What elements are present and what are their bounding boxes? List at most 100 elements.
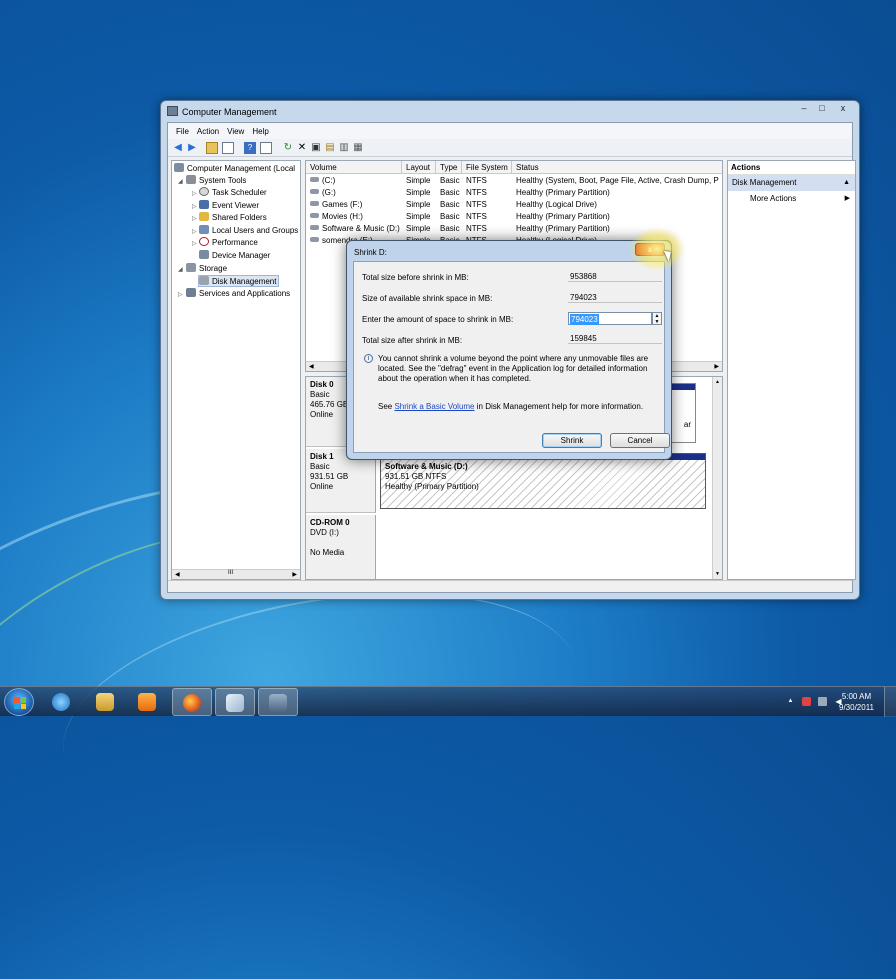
volume-list-header: Volume Layout Type File System Status [306, 161, 722, 174]
volume-row[interactable]: Games (F:) Simple Basic NTFS Healthy (Logica… [306, 199, 722, 211]
scroll-up-icon[interactable]: ▲ [715, 379, 720, 385]
status-bar [168, 580, 852, 592]
tree-item-storage[interactable]: Storage [186, 263, 227, 275]
volume-name-cell: (G:) [310, 187, 402, 199]
device-manager-icon [199, 250, 209, 259]
volume-filesystem-cell: NTFS [466, 212, 487, 221]
up-folder-icon[interactable] [206, 142, 218, 154]
help-line: See Shrink a Basic Volume in Disk Manage… [378, 402, 644, 411]
action-center-icon[interactable] [802, 697, 811, 706]
expand-arrow-icon[interactable]: ▷ [192, 228, 197, 235]
disk-view-vertical-scrollbar[interactable]: ▲ ▼ [712, 377, 722, 579]
column-header-file-system[interactable]: File System [462, 161, 512, 174]
scroll-right-icon[interactable]: ▶ [714, 363, 719, 370]
close-button[interactable]: x [831, 102, 855, 116]
clock[interactable]: 5:00 AM 9/30/2011 [839, 691, 874, 713]
scroll-right-icon[interactable]: ▶ [292, 571, 297, 578]
expand-arrow-icon[interactable]: ▷ [192, 215, 197, 222]
column-header-volume[interactable]: Volume [306, 161, 402, 174]
shrink-amount-input[interactable]: 794023 [568, 312, 652, 325]
volume-name-cell: Software & Music (D:) [310, 223, 402, 235]
more-actions-item[interactable]: More Actions ▶ [728, 191, 855, 207]
expand-arrow-icon[interactable]: ▷ [192, 203, 197, 210]
column-header-type[interactable]: Type [436, 161, 462, 174]
internet-explorer-icon[interactable] [42, 688, 82, 716]
forward-arrow-icon[interactable]: ▶ [186, 142, 198, 154]
collapse-arrow-icon[interactable]: ◢ [178, 266, 183, 273]
delete-icon[interactable]: ✕ [296, 142, 308, 154]
blank-app-icon[interactable] [215, 688, 255, 716]
scroll-left-icon[interactable]: ◀ [175, 571, 180, 578]
back-arrow-icon[interactable]: ◀ [172, 142, 184, 154]
shrink-amount-spinner[interactable]: ▲ ▼ [652, 312, 662, 325]
properties-icon[interactable]: ▣ [310, 142, 322, 154]
expand-arrow-icon[interactable]: ▷ [178, 291, 183, 298]
media-player-icon[interactable] [128, 688, 168, 716]
show-desktop-button[interactable] [884, 687, 896, 717]
volume-row[interactable]: Movies (H:) Simple Basic NTFS Healthy (Prima… [306, 211, 722, 223]
computer-management-icon[interactable] [258, 688, 298, 716]
minimize-button[interactable]: – [795, 102, 813, 116]
column-header-layout[interactable]: Layout [402, 161, 436, 174]
tree-item-system-tools[interactable]: System Tools [186, 175, 246, 187]
tree-horizontal-scrollbar[interactable]: ◀ III ▶ [172, 569, 300, 579]
scroll-thumb-grip[interactable]: III [228, 570, 233, 576]
volume-name-cell: Games (F:) [310, 199, 402, 211]
clock-icon [199, 187, 209, 196]
console-icon[interactable] [260, 142, 272, 154]
shrink-button[interactable]: Shrink [542, 433, 602, 448]
volume-row[interactable]: Software & Music (D:) Simple Basic NTFS Heal… [306, 223, 722, 235]
firefox-icon[interactable] [172, 688, 212, 716]
scroll-left-icon[interactable]: ◀ [309, 363, 314, 370]
actions-section-disk-management[interactable]: Disk Management ▲ [728, 175, 855, 191]
menu-view[interactable]: View [223, 127, 248, 136]
expand-arrow-icon[interactable]: ▷ [192, 190, 197, 197]
network-icon[interactable] [818, 697, 827, 706]
refresh-icon[interactable]: ↻ [282, 142, 294, 154]
shrink-help-link[interactable]: Shrink a Basic Volume [394, 402, 474, 411]
cdrom-0-name: CD-ROM 0 [310, 518, 350, 527]
tree-item-services-applications[interactable]: Services and Applications [186, 288, 290, 300]
tree-item-shared-folders[interactable]: Shared Folders [199, 212, 267, 224]
column-header-status[interactable]: Status [512, 161, 722, 174]
partition-software-music[interactable]: Software & Music (D:) 931.51 GB NTFS Hea… [380, 453, 706, 509]
maximize-button[interactable]: □ [813, 102, 831, 116]
computer-management-icon [167, 106, 178, 116]
menu-action[interactable]: Action [193, 127, 223, 136]
tree-item-performance[interactable]: Performance [199, 237, 258, 249]
save-icon[interactable]: ▥ [338, 142, 350, 154]
windows-explorer-icon[interactable] [86, 688, 126, 716]
collapse-arrow-icon[interactable]: ◢ [178, 178, 183, 185]
volume-row[interactable]: (C:) Simple Basic NTFS Healthy (System, Boot… [306, 175, 722, 187]
cancel-button[interactable]: Cancel [610, 433, 670, 448]
help-icon[interactable]: ? [244, 142, 256, 154]
collapse-up-icon[interactable]: ▲ [843, 175, 850, 191]
submenu-arrow-icon: ▶ [844, 195, 850, 202]
tree-item-computer-management[interactable]: Computer Management (Local [174, 163, 295, 175]
scroll-down-icon[interactable]: ▼ [715, 571, 720, 577]
open-icon[interactable]: ▤ [324, 142, 336, 154]
menu-help[interactable]: Help [248, 127, 272, 136]
tree-item-disk-management[interactable]: Disk Management [198, 275, 280, 287]
show-hidden-icons-icon[interactable]: ▲ [786, 697, 795, 706]
volume-row[interactable]: (G:) Simple Basic NTFS Healthy (Primary Part… [306, 187, 722, 199]
tree-item-task-scheduler[interactable]: Task Scheduler [199, 187, 267, 199]
volume-filesystem-cell: NTFS [466, 224, 487, 233]
clock-time: 5:00 AM [841, 692, 872, 701]
start-button[interactable] [4, 688, 34, 716]
dialog-close-button[interactable]: x [635, 243, 665, 256]
shrink-amount-label: Enter the amount of space to shrink in M… [362, 315, 514, 324]
volume-status-cell: Healthy (Primary Partition) [516, 224, 610, 233]
cdrom-0-label[interactable]: CD-ROM 0 DVD (I:) No Media [306, 515, 376, 579]
tree-item-event-viewer[interactable]: Event Viewer [199, 200, 259, 212]
export-icon[interactable]: ▦ [352, 142, 364, 154]
tree-item-device-manager[interactable]: Device Manager [199, 250, 270, 262]
menu-file[interactable]: File [172, 127, 193, 136]
title-bar[interactable]: Computer Management – □ x [161, 101, 859, 121]
tree-item-local-users[interactable]: Local Users and Groups [199, 225, 298, 237]
show-hide-tree-icon[interactable] [222, 142, 234, 154]
expand-arrow-icon[interactable]: ▷ [192, 240, 197, 247]
volume-status-cell: Healthy (System, Boot, Page File, Active… [516, 176, 719, 185]
volume-name-cell: Movies (H:) [310, 211, 402, 223]
volume-status-cell: Healthy (Primary Partition) [516, 188, 610, 197]
